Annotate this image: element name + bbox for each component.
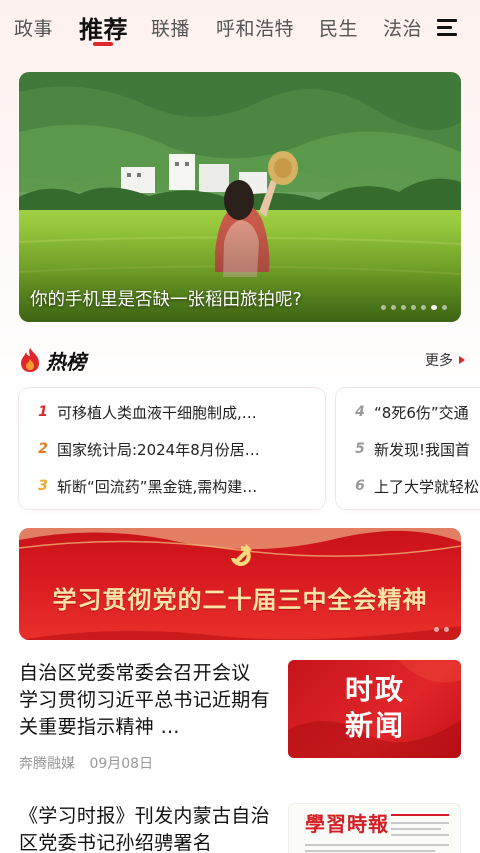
- rank-number: 1: [38, 404, 48, 420]
- banner-pagination-dots: [381, 305, 447, 310]
- promo-pagination-dots: [434, 627, 449, 632]
- article-title: 《学习时报》刊发内蒙古自治区党委书记孙绍骋署名: [19, 805, 270, 853]
- tab-broadcast[interactable]: 联播: [151, 14, 190, 41]
- active-tab-indicator: [93, 42, 113, 46]
- hot-list-item[interactable]: 5 新发现!我国首: [352, 436, 480, 462]
- article-meta: 奔腾融媒 09月08日: [19, 753, 153, 773]
- tab-law[interactable]: 法治: [383, 14, 422, 41]
- hot-list-item[interactable]: 4 “8死6伤”交通: [352, 399, 480, 425]
- article-thumbnail: 时政新闻: [288, 660, 461, 758]
- newspaper-masthead: 學習時報: [305, 812, 389, 836]
- hot-list-header: 热榜 更多: [19, 344, 465, 374]
- hot-item-title: 新发现!我国首: [374, 440, 471, 459]
- hot-item-title: 斩断“回流药”黑金链,需构建…: [57, 477, 258, 496]
- banner-carousel[interactable]: 你的手机里是否缺一张稻田旅拍呢?: [19, 72, 461, 322]
- promo-banner-title: 学习贯彻党的二十届三中全会精神: [52, 585, 428, 614]
- rank-number: 3: [38, 478, 48, 494]
- article-thumbnail: 學習時報: [288, 803, 461, 853]
- article-source: 奔腾融媒: [19, 756, 75, 772]
- hot-list-title: 热榜: [46, 350, 86, 374]
- hot-list-card: 4 “8死6伤”交通 5 新发现!我国首 6 上了大学就轻松: [336, 388, 480, 509]
- hot-list-item[interactable]: 3 斩断“回流药”黑金链,需构建…: [35, 473, 315, 499]
- tab-livelihood[interactable]: 民生: [319, 14, 358, 41]
- promo-banner[interactable]: 学习贯彻党的二十届三中全会精神: [19, 528, 461, 640]
- hot-list-item[interactable]: 6 上了大学就轻松: [352, 473, 480, 499]
- more-label: 更多: [425, 353, 453, 369]
- rank-number: 4: [355, 404, 365, 420]
- news-article[interactable]: 自治区党委常委会召开会议 学习贯彻习近平总书记近期有关重要指示精神 … 奔腾融媒…: [19, 660, 461, 780]
- banner-image: [19, 72, 461, 322]
- more-link[interactable]: 更多: [425, 350, 465, 370]
- rank-number: 6: [355, 478, 365, 494]
- article-title: 自治区党委常委会召开会议 学习贯彻习近平总书记近期有关重要指示精神 …: [19, 662, 270, 738]
- news-article[interactable]: 《学习时报》刊发内蒙古自治区党委书记孙绍骋署名 學習時報: [19, 803, 461, 853]
- hot-item-title: 国家统计局:2024年8月份居…: [57, 440, 260, 459]
- flame-icon: [21, 348, 39, 372]
- hot-item-title: “8死6伤”交通: [374, 403, 469, 422]
- article-date: 09月08日: [89, 756, 154, 772]
- tab-hohhot[interactable]: 呼和浩特: [216, 14, 294, 41]
- hot-list-item[interactable]: 1 可移植人类血液干细胞制成,…: [35, 399, 315, 425]
- thumbnail-text: 时政新闻: [344, 673, 405, 742]
- menu-icon[interactable]: [437, 19, 457, 37]
- tab-politics[interactable]: 政事: [14, 14, 53, 41]
- hot-list-card: 1 可移植人类血液干细胞制成,… 2 国家统计局:2024年8月份居… 3 斩断…: [19, 388, 325, 509]
- channel-tab-bar: 政事 推荐 联播 呼和浩特 民生 法治: [0, 0, 480, 58]
- triangle-right-icon: [459, 356, 465, 364]
- tab-recommended[interactable]: 推荐: [79, 10, 128, 45]
- hot-item-title: 可移植人类血液干细胞制成,…: [57, 403, 257, 422]
- party-emblem-icon: [231, 544, 252, 566]
- rank-number: 2: [38, 441, 48, 457]
- rank-number: 5: [355, 441, 365, 457]
- hot-item-title: 上了大学就轻松: [374, 477, 480, 496]
- banner-caption: 你的手机里是否缺一张稻田旅拍呢?: [30, 290, 302, 310]
- hot-list-item[interactable]: 2 国家统计局:2024年8月份居…: [35, 436, 315, 462]
